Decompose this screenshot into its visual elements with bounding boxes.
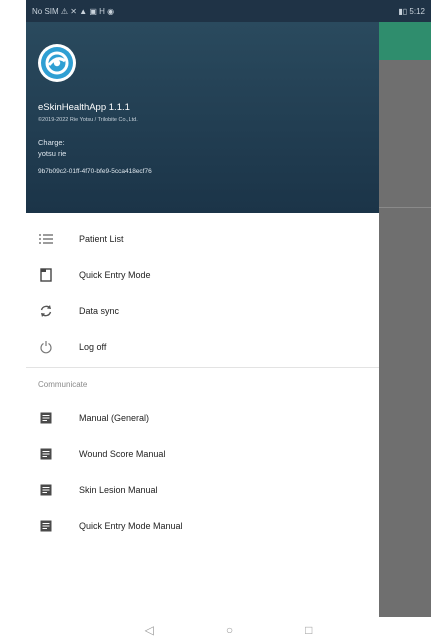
manual-icon bbox=[38, 410, 54, 426]
drawer-menu: Patient List Quick Entry Mode Data sync … bbox=[26, 221, 379, 544]
list-icon bbox=[38, 231, 54, 247]
sync-icon bbox=[38, 303, 54, 319]
menu-item-label: Quick Entry Mode bbox=[79, 270, 151, 280]
recents-icon[interactable]: □ bbox=[305, 623, 312, 637]
navigation-drawer: eSkinHealthApp 1.1.1 ©2019-2022 Rie Yots… bbox=[26, 22, 379, 617]
menu-item-wound-score-manual[interactable]: Wound Score Manual bbox=[26, 436, 379, 472]
section-label-communicate: Communicate bbox=[38, 379, 88, 389]
background-app-bar bbox=[379, 22, 431, 60]
background-app-scrim[interactable] bbox=[379, 22, 431, 617]
power-icon bbox=[38, 339, 54, 355]
status-right-indicators: ▮▯ 5:12 bbox=[398, 6, 425, 16]
app-logo-icon bbox=[38, 44, 76, 82]
back-icon[interactable]: ◁ bbox=[145, 623, 154, 637]
menu-item-label: Wound Score Manual bbox=[79, 449, 166, 459]
menu-item-label: Data sync bbox=[79, 306, 120, 316]
copyright-text: ©2019-2022 Rie Yotsu / Trilobite Co.,Ltd… bbox=[38, 117, 138, 123]
manual-icon bbox=[38, 446, 54, 462]
menu-item-label: Quick Entry Mode Manual bbox=[79, 521, 183, 531]
menu-item-quick-entry-mode[interactable]: Quick Entry Mode bbox=[26, 257, 379, 293]
menu-item-label: Log off bbox=[79, 342, 107, 352]
background-divider bbox=[379, 207, 431, 208]
menu-item-manual-general[interactable]: Manual (General) bbox=[26, 400, 379, 436]
manual-icon bbox=[38, 518, 54, 534]
status-bar: No SIM ⚠ ✕ ▲ ▣ H ◉ ▮▯ 5:12 bbox=[26, 0, 431, 22]
status-left-indicators: No SIM ⚠ ✕ ▲ ▣ H ◉ bbox=[32, 6, 115, 16]
manual-icon bbox=[38, 482, 54, 498]
menu-item-skin-lesion-manual[interactable]: Skin Lesion Manual bbox=[26, 472, 379, 508]
menu-item-label: Skin Lesion Manual bbox=[79, 485, 158, 495]
charge-user: yotsu rie bbox=[38, 149, 67, 158]
communicate-items: Manual (General) Wound Score Manual Skin… bbox=[26, 400, 379, 544]
menu-divider bbox=[26, 367, 379, 368]
drawer-header: eSkinHealthApp 1.1.1 ©2019-2022 Rie Yots… bbox=[26, 22, 379, 213]
system-nav-bar: ◁ ○ □ bbox=[26, 617, 431, 642]
menu-item-quick-entry-mode-manual[interactable]: Quick Entry Mode Manual bbox=[26, 508, 379, 544]
app-name: eSkinHealthApp 1.1.1 bbox=[38, 102, 130, 113]
document-icon bbox=[38, 267, 54, 283]
menu-item-data-sync[interactable]: Data sync bbox=[26, 293, 379, 329]
device-id: 9b7b09c2-01ff-4f70-bfe9-5cca418ecf76 bbox=[38, 168, 152, 175]
home-icon[interactable]: ○ bbox=[226, 623, 233, 637]
menu-item-patient-list[interactable]: Patient List bbox=[26, 221, 379, 257]
menu-item-label: Patient List bbox=[79, 234, 124, 244]
menu-item-log-off[interactable]: Log off bbox=[26, 329, 379, 365]
charge-label: Charge: bbox=[38, 138, 65, 147]
device-screen: No SIM ⚠ ✕ ▲ ▣ H ◉ ▮▯ 5:12 eSkinHealthAp… bbox=[26, 0, 431, 642]
menu-item-label: Manual (General) bbox=[79, 413, 150, 423]
